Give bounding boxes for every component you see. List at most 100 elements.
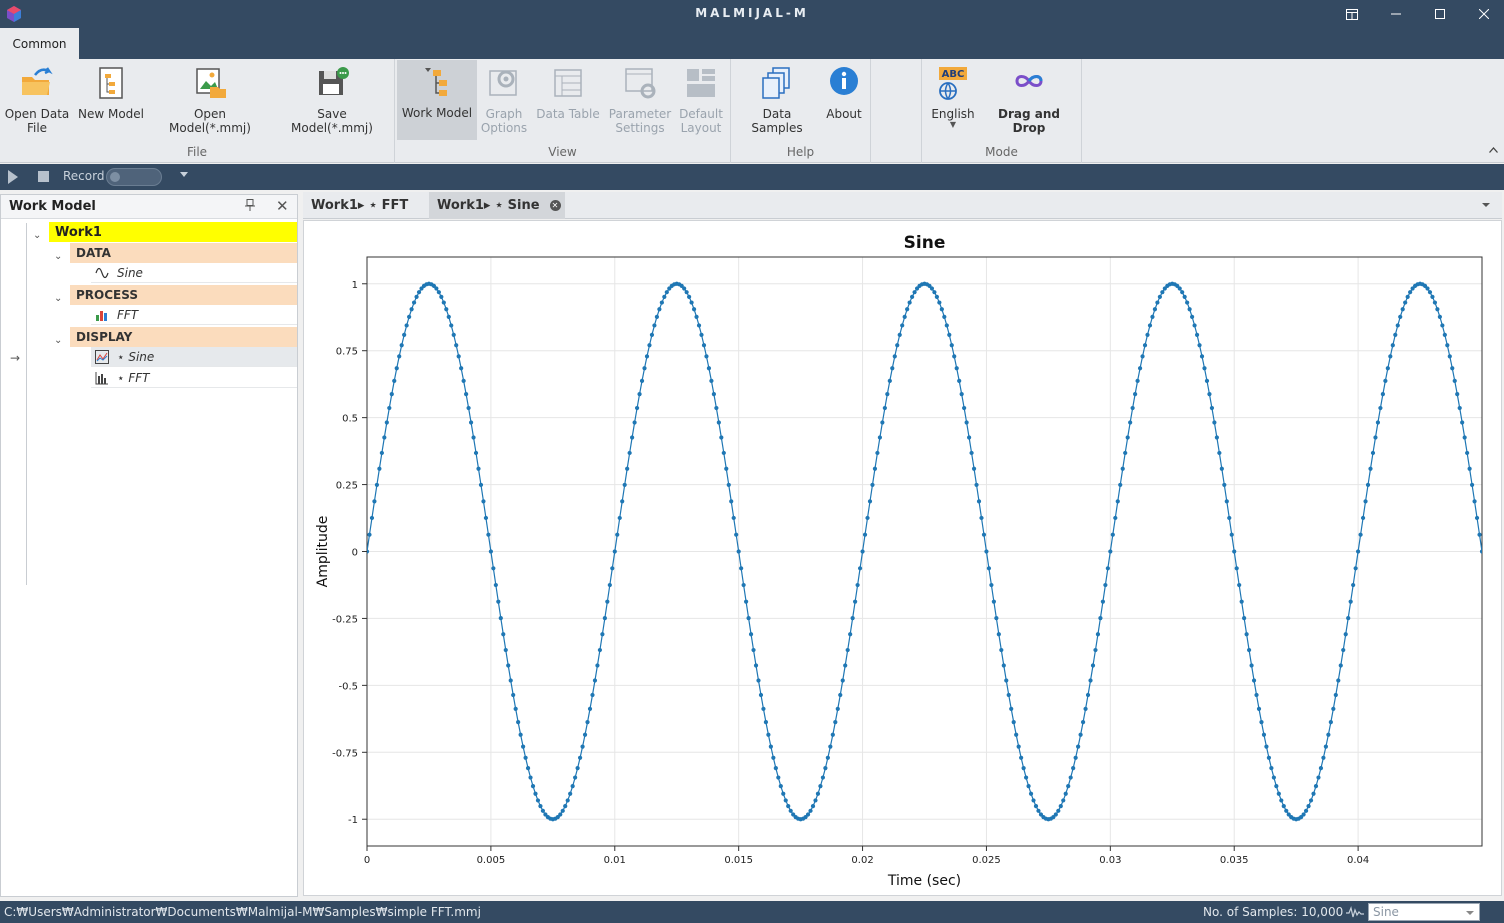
open-model-label: Open Model(*.mmj): [169, 107, 251, 135]
close-panel-icon[interactable]: ✕: [276, 197, 289, 215]
tree-item-data-sine[interactable]: Sine: [91, 263, 297, 283]
data-point: [1271, 775, 1276, 780]
data-samples-button[interactable]: Data Samples: [737, 61, 817, 135]
data-point: [1403, 300, 1408, 305]
data-point: [1160, 290, 1165, 295]
data-point: [664, 290, 669, 295]
default-layout-button[interactable]: Default Layout: [675, 61, 727, 135]
tree-item-display-fft[interactable]: ⋆ FFT: [91, 368, 297, 388]
data-table-label: Data Table: [536, 107, 600, 121]
data-point: [449, 323, 454, 328]
stop-icon[interactable]: [38, 171, 49, 182]
tree-section-process[interactable]: PROCESS: [70, 285, 297, 305]
record-options-dropdown[interactable]: [180, 172, 188, 177]
tab-sine[interactable]: Work1▸ ⋆ Sine ✕: [429, 192, 565, 219]
data-point: [1445, 343, 1450, 348]
data-point: [1145, 332, 1150, 337]
y-tick-label: 0: [352, 548, 358, 559]
data-point: [957, 378, 962, 383]
graph-options-button[interactable]: Graph Options: [479, 61, 529, 135]
data-point: [1207, 392, 1212, 397]
ribbon-group-view: Work Model Graph Options Data Table Para…: [395, 59, 731, 163]
data-point: [1222, 482, 1227, 488]
drag-and-drop-button[interactable]: Drag and Drop: [980, 61, 1078, 135]
data-point: [1460, 420, 1465, 425]
language-globe-icon: ABC: [939, 67, 967, 100]
data-point: [1095, 632, 1101, 637]
data-point: [1256, 706, 1262, 711]
data-point: [1014, 732, 1019, 737]
data-point: [944, 323, 949, 328]
tree-section-display[interactable]: DISPLAY: [70, 327, 297, 347]
data-point: [994, 615, 999, 621]
maximize-button[interactable]: [1418, 0, 1462, 28]
save-model-button[interactable]: Save Model(*.mmj): [276, 61, 388, 135]
collapse-ribbon-button[interactable]: [1489, 145, 1498, 156]
data-point: [934, 294, 939, 299]
data-point: [570, 784, 575, 789]
restore-layout-button[interactable]: [1330, 0, 1374, 28]
series-select[interactable]: Sine: [1368, 903, 1480, 921]
data-point: [414, 294, 419, 299]
about-button[interactable]: About: [821, 61, 867, 121]
data-point: [1023, 775, 1029, 780]
chevron-down-icon: [1466, 911, 1474, 915]
data-point: [662, 294, 667, 299]
data-point: [1202, 366, 1207, 371]
data-point: [568, 791, 573, 796]
collapse-process-icon[interactable]: ⌄: [54, 288, 62, 308]
parameter-settings-icon: [625, 68, 656, 99]
tree-node-work1[interactable]: Work1: [49, 222, 297, 242]
open-model-button[interactable]: Open Model(*.mmj): [152, 61, 268, 135]
data-point: [979, 515, 984, 521]
data-point: [592, 678, 598, 683]
layout-grid-icon: [687, 69, 715, 97]
data-point: [659, 300, 664, 305]
minimize-button[interactable]: [1374, 0, 1418, 28]
data-point: [1237, 582, 1242, 588]
close-window-button[interactable]: [1462, 0, 1504, 28]
pin-icon[interactable]: [245, 199, 255, 214]
data-point: [1390, 343, 1395, 348]
data-point: [843, 663, 848, 668]
sine-chart[interactable]: Sine 0 0.005 0.01 0.015 0.02 0.025 0.03 0.035 0.0…: [304, 221, 1501, 895]
data-point: [632, 420, 637, 425]
data-point: [736, 549, 741, 554]
data-point: [1128, 420, 1133, 425]
tab-common[interactable]: Common: [0, 28, 79, 59]
language-dropdown[interactable]: ABC English ▼: [926, 61, 980, 129]
x-tick-label: 0.035: [1220, 855, 1249, 866]
tree-item-label: ⋆ Sine: [117, 349, 155, 364]
data-point: [1066, 784, 1071, 789]
tree-item-display-sine[interactable]: ⋆ Sine: [91, 347, 297, 367]
record-toggle[interactable]: [106, 168, 162, 186]
tree-item-process-fft[interactable]: FFT: [91, 305, 297, 325]
open-data-file-button[interactable]: Open Data File: [4, 61, 70, 135]
data-point: [1469, 482, 1475, 488]
work-model-button[interactable]: Work Model: [397, 60, 477, 140]
tab-fft[interactable]: Work1▸ ⋆ FFT: [303, 192, 429, 219]
data-point: [461, 378, 466, 383]
new-model-button[interactable]: New Model: [76, 61, 146, 121]
collapse-work1-icon[interactable]: ⌄: [33, 225, 41, 245]
data-point: [684, 290, 689, 295]
data-point: [642, 366, 647, 371]
save-model-label: Save Model(*.mmj): [291, 107, 373, 135]
data-point: [473, 450, 479, 456]
close-icon: [1479, 9, 1489, 19]
parameter-settings-button[interactable]: Parameter Settings: [607, 61, 673, 135]
tree-section-data[interactable]: DATA: [70, 243, 297, 263]
data-point: [758, 692, 764, 698]
data-point: [464, 392, 469, 397]
data-point: [991, 599, 996, 604]
waveform-glyph-icon: [1346, 905, 1364, 918]
data-point: [533, 791, 538, 796]
tab-list-dropdown[interactable]: [1482, 203, 1490, 207]
tree-line: [26, 223, 27, 585]
close-tab-icon[interactable]: ✕: [549, 200, 561, 211]
play-icon[interactable]: [8, 170, 18, 184]
collapse-display-icon[interactable]: ⌄: [54, 330, 62, 350]
data-table-button[interactable]: Data Table: [533, 61, 603, 121]
data-point: [748, 632, 754, 637]
collapse-data-icon[interactable]: ⌄: [54, 246, 62, 266]
